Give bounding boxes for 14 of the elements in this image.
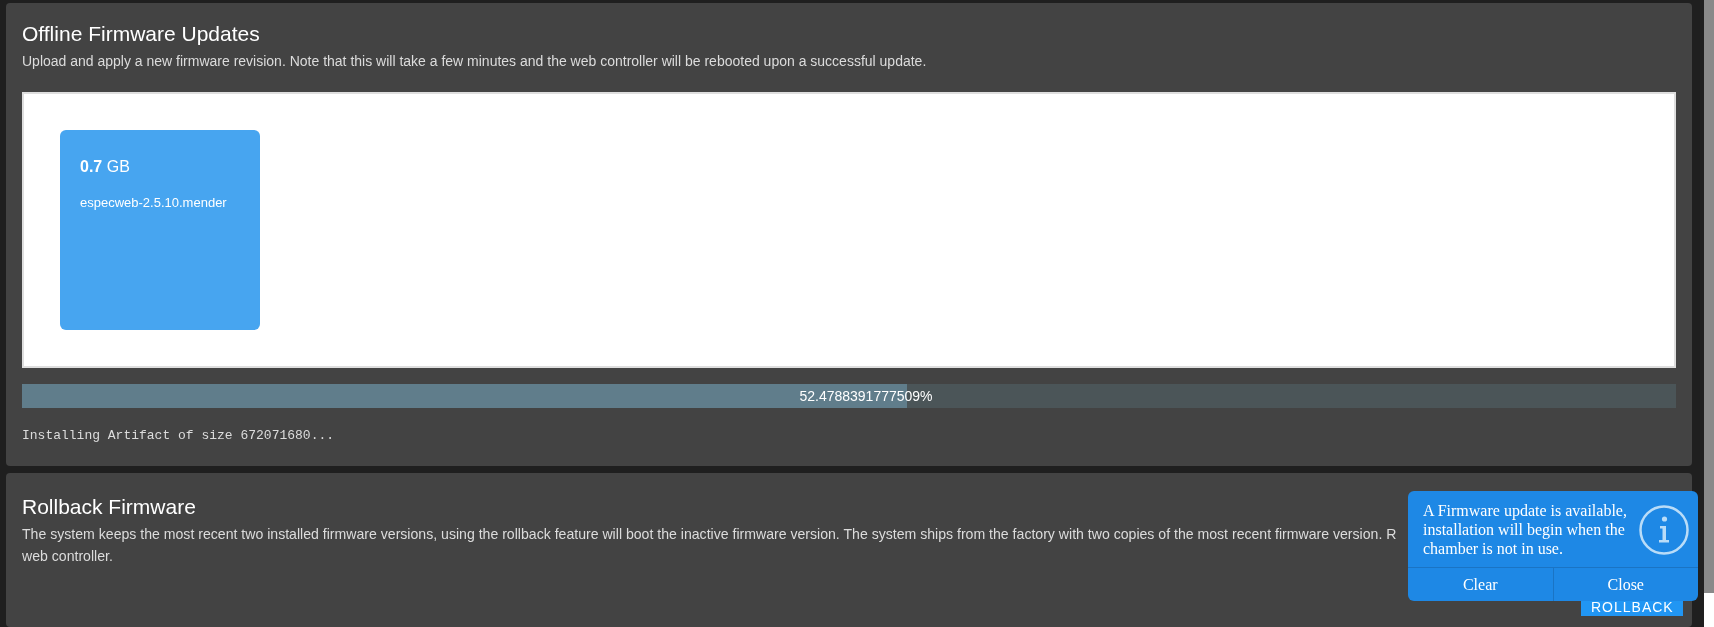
close-button[interactable]: Close [1552, 568, 1698, 601]
status-log-text: Installing Artifact of size 672071680... [22, 427, 335, 445]
panel-description: Upload and apply a new firmware revision. Note that this will take a few minutes and the web controller will be rebooted upon a successful update. [22, 52, 927, 71]
file-size: 0.7 GB [80, 157, 130, 177]
panel-description-line: web controller. [22, 547, 113, 566]
clear-button[interactable]: Clear [1408, 568, 1553, 601]
panel-title: Rollback Firmware [22, 494, 196, 519]
panel-title: Offline Firmware Updates [22, 21, 260, 46]
panel-description-line: The system keeps the most recent two installed firmware versions, using the rollback feature will boot the inactive firmware version. The system ships from the factory with two copies of the most recent firmware version. R [22, 525, 1397, 544]
notification-message: A Firmware update is available, installation will begin when the chamber is not in use. [1423, 501, 1628, 558]
info-icon [1639, 504, 1689, 555]
upload-drop-zone[interactable]: 0.7 GB especweb-2.5.10.mender [22, 92, 1676, 368]
file-name: especweb-2.5.10.mender [80, 195, 227, 211]
progress-percentage: 52.4788391777509% [799, 387, 933, 406]
